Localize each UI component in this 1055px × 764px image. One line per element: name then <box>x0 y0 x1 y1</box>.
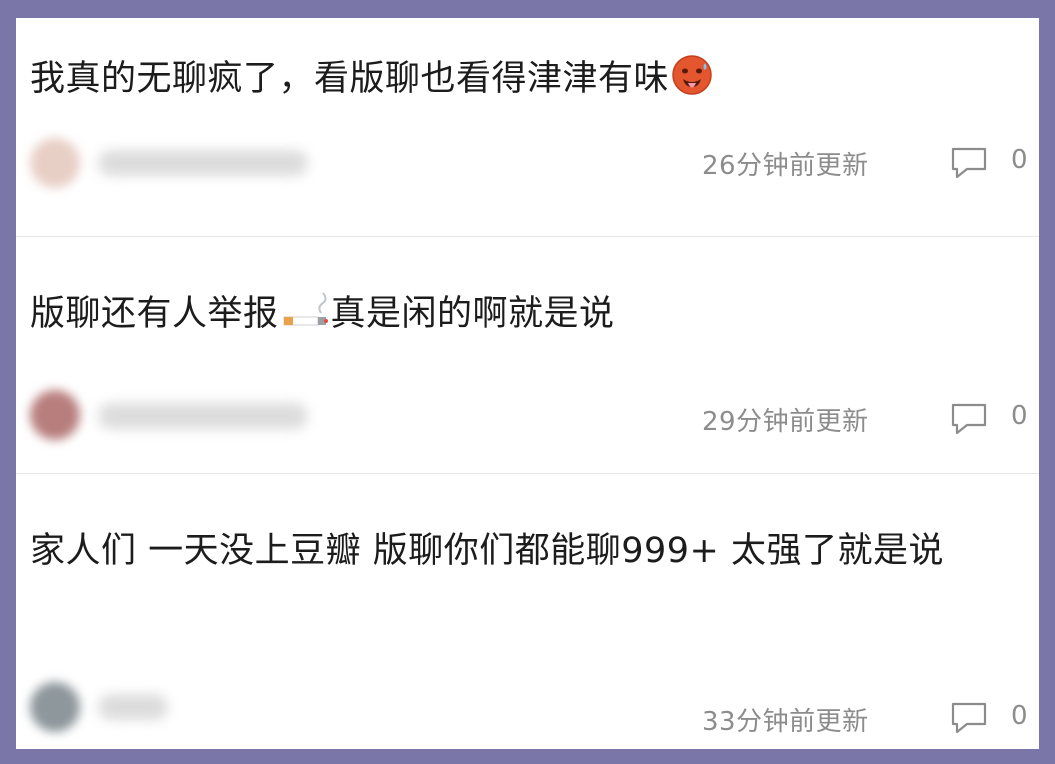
comment-icon[interactable] <box>949 401 989 441</box>
list-item[interactable]: 我真的无聊疯了，看版聊也看得津津有味 26分钟前更新 0 <box>16 18 1039 237</box>
update-time: 33分钟前更新 <box>702 707 869 737</box>
avatar[interactable] <box>30 682 80 732</box>
list-item[interactable]: 家人们 一天没上豆瓣 版聊你们都能聊999+ 太强了就是说 33分钟前更新 0 <box>16 474 1039 749</box>
username-blurred[interactable] <box>98 694 168 720</box>
post-title[interactable]: 我真的无聊疯了，看版聊也看得津津有味 <box>30 48 1009 116</box>
username-blurred[interactable] <box>98 403 308 429</box>
comment-count: 0 <box>1011 701 1028 731</box>
avatar[interactable] <box>30 390 80 440</box>
post-title[interactable]: 家人们 一天没上豆瓣 版聊你们都能聊999+ 太强了就是说 <box>30 520 1020 582</box>
cigarette-emoji-icon <box>281 289 331 351</box>
avatar[interactable] <box>30 138 80 188</box>
topic-list: 我真的无聊疯了，看版聊也看得津津有味 26分钟前更新 0 版聊还有人举报 真是闲… <box>16 18 1039 749</box>
comment-icon[interactable] <box>949 145 989 185</box>
comment-count: 0 <box>1011 401 1028 431</box>
username-blurred[interactable] <box>98 150 308 176</box>
comment-count: 0 <box>1011 145 1028 175</box>
update-time: 29分钟前更新 <box>702 407 869 437</box>
comment-icon[interactable] <box>949 700 989 740</box>
update-time: 26分钟前更新 <box>702 151 869 181</box>
hot-face-emoji-icon <box>671 54 713 116</box>
list-item[interactable]: 版聊还有人举报 真是闲的啊就是说 29分钟前更新 0 <box>16 237 1039 474</box>
post-title[interactable]: 版聊还有人举报 真是闲的啊就是说 <box>30 283 1009 351</box>
